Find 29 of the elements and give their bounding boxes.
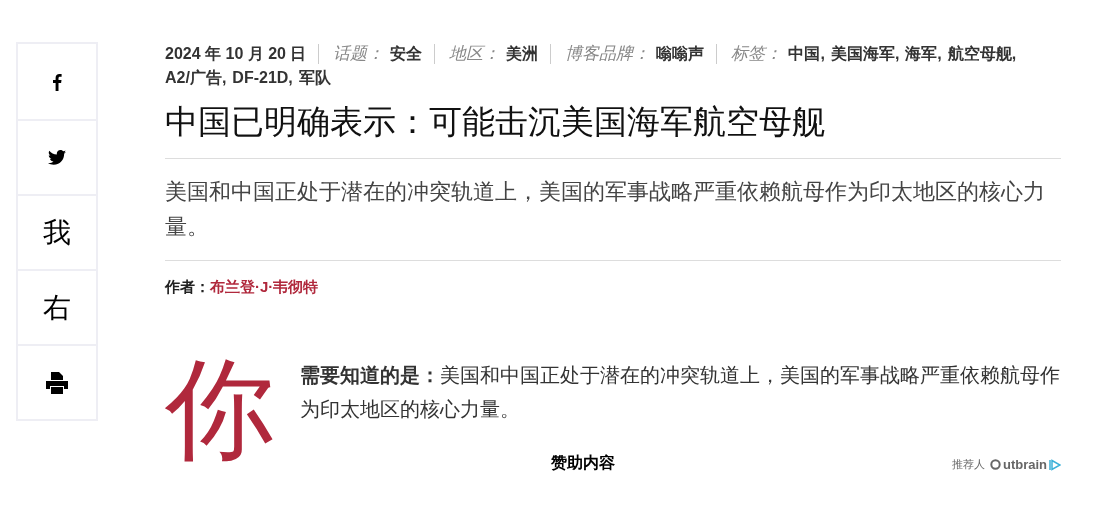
brand-name[interactable]: utbrain — [1002, 457, 1047, 472]
recommended-by-label: 推荐人 — [951, 457, 985, 472]
meta-link[interactable]: 海军, — [905, 42, 942, 66]
brand-logo-icon — [989, 459, 1001, 470]
meta-link[interactable]: 美洲 — [506, 42, 539, 66]
play-icon — [1049, 458, 1061, 471]
meta-link[interactable]: 嗡嗡声 — [656, 42, 705, 66]
meta-label: 博客品牌： — [565, 43, 651, 65]
meta-label: 地区： — [449, 43, 501, 65]
meta-link[interactable]: A2/广告, — [165, 66, 227, 90]
drop-cap: 你 — [165, 349, 276, 469]
byline-label: 作者： — [165, 278, 210, 297]
facebook-icon — [52, 72, 62, 91]
meta-label: 标签： — [731, 43, 783, 65]
meta-label: 话题： — [333, 43, 385, 65]
publish-date: 2024 年 10 月 20 日 — [165, 44, 307, 64]
article-title: 中国已明确表示：可能击沉美国海军航空母舰 — [165, 102, 826, 142]
meta-link[interactable]: 安全 — [390, 42, 423, 66]
meta-link[interactable]: 军队 — [298, 66, 331, 90]
bird-icon — [48, 150, 66, 165]
meta-link[interactable]: 中国, — [788, 42, 825, 66]
sponsored-heading: 赞助内容 — [551, 453, 615, 474]
meta-link[interactable]: DF-21D, — [232, 66, 293, 90]
printer-icon — [45, 371, 69, 394]
body-paragraph: 需要知道的是：美国和中国正处于潜在的冲突轨道上，美国的军事战略严重依赖航母作为印太地区的核心力量。 — [300, 364, 1061, 422]
meta-link[interactable]: 航空母舰, — [947, 42, 1017, 66]
article-summary: 美国和中国正处于潜在的冲突轨道上，美国的军事战略严重依赖航母作为印太地区的核心力量。 — [165, 179, 1046, 241]
author-link[interactable]: 布兰登·J·韦彻特 — [210, 278, 319, 297]
meta-link[interactable]: 美国海军, — [830, 42, 900, 66]
